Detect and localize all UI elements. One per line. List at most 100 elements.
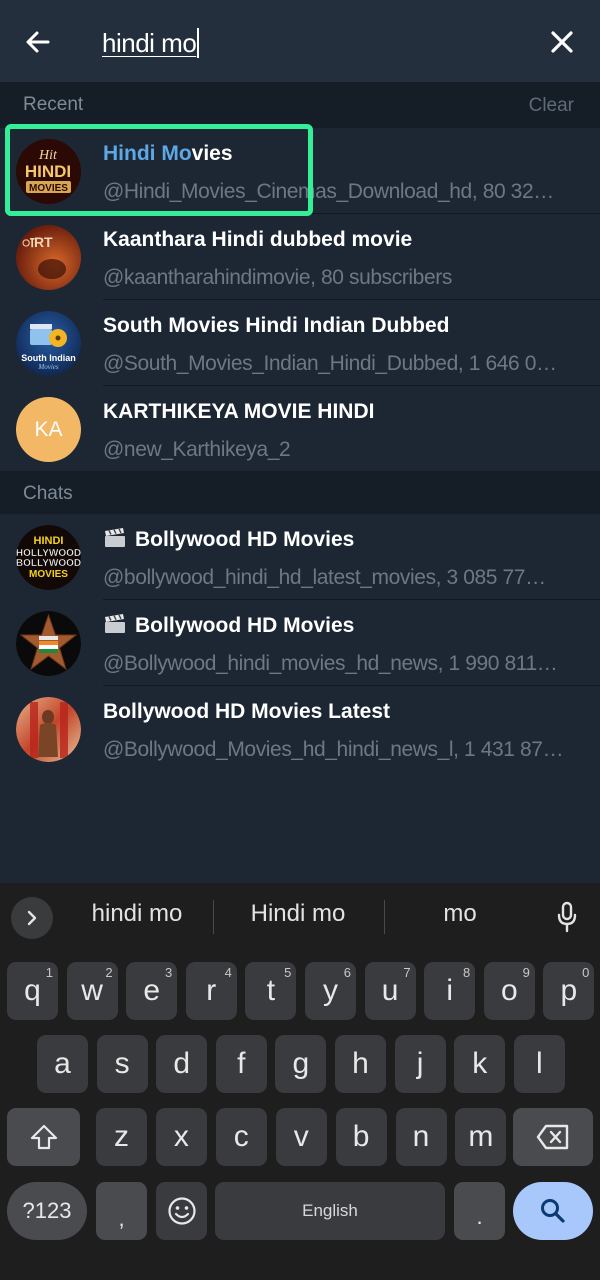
key-label: u (381, 974, 399, 1007)
backspace-key[interactable] (513, 1108, 593, 1166)
key-o[interactable]: o9 (483, 962, 535, 1020)
key-q[interactable]: q1 (7, 962, 58, 1020)
key-c[interactable]: c (215, 1108, 267, 1166)
key-hint: 8 (462, 965, 471, 980)
key-r[interactable]: r4 (185, 962, 237, 1020)
item-title: Bollywood HD Movies (103, 528, 354, 552)
key-y[interactable]: y6 (305, 962, 356, 1020)
microphone-icon (557, 901, 577, 933)
expand-toolbar-button[interactable] (11, 897, 53, 939)
comma-key[interactable]: , (96, 1182, 147, 1240)
space-key[interactable]: English (215, 1182, 445, 1240)
key-d[interactable]: d (156, 1035, 208, 1093)
clear-recent-button[interactable]: Clear (529, 95, 574, 117)
list-item[interactable]: KA KARTHIKEYA MOVIE HINDI @new_Karthikey… (0, 386, 600, 472)
key-h[interactable]: h (335, 1035, 386, 1093)
item-subtitle: @Bollywood_hindi_movies_hd_news, 1 990 8… (103, 652, 558, 675)
key-n[interactable]: n (395, 1108, 447, 1166)
svg-text:BOLLYWOOD: BOLLYWOOD (16, 558, 81, 569)
key-label: w (81, 974, 103, 1007)
list-item[interactable]: Bollywood HD Movies @Bollywood_hindi_mov… (0, 600, 600, 686)
key-hint: 9 (522, 965, 530, 980)
item-subtitle: @bollywood_hindi_hd_latest_movies, 3 085… (103, 566, 546, 589)
list-item[interactable]: Bollywood HD Movies Latest @Bollywood_Mo… (0, 686, 600, 772)
key-w[interactable]: w2 (66, 962, 118, 1020)
key-hint: 0 (582, 965, 590, 980)
period-key[interactable]: . (454, 1182, 505, 1240)
svg-text:Movies: Movies (37, 363, 58, 371)
svg-text:South Indian: South Indian (21, 353, 76, 363)
list-item[interactable]: South Indian Movies South Movies Hindi I… (0, 300, 600, 386)
item-subtitle: @new_Karthikeya_2 (103, 438, 291, 461)
key-u[interactable]: u7 (364, 962, 416, 1020)
list-item[interactable]: HINDI HOLLYWOOD BOLLYWOOD MOVIES Bollywo… (0, 514, 600, 600)
backspace-icon (536, 1124, 569, 1150)
clear-search-button[interactable] (542, 22, 582, 62)
key-m[interactable]: m (455, 1108, 507, 1166)
emoji-key[interactable] (156, 1182, 207, 1240)
arrow-left-icon (26, 31, 50, 53)
item-title: Hindi Movies (103, 142, 233, 166)
key-label: t (266, 974, 276, 1007)
chats-title: Chats (23, 483, 73, 504)
avatar-initials: KA (34, 417, 63, 441)
key-v[interactable]: v (275, 1108, 327, 1166)
key-hint: 2 (105, 965, 113, 980)
item-title: Bollywood HD Movies (103, 614, 354, 638)
hit-hindi-movies-avatar: Hit HINDI MOVIES (16, 139, 81, 204)
item-title: Kaanthara Hindi dubbed movie (103, 228, 413, 251)
key-p[interactable]: p0 (543, 962, 595, 1020)
suggestion-3[interactable]: mo (390, 900, 530, 928)
key-hint: 3 (164, 965, 173, 980)
list-item[interactable]: Hit HINDI MOVIES Hindi Movies @Hindi_Mov… (0, 128, 600, 214)
key-g[interactable]: g (275, 1035, 327, 1093)
search-input[interactable]: hindi mo (102, 24, 200, 62)
key-z[interactable]: z (96, 1108, 147, 1166)
item-title-text: Bollywood HD Movies (135, 614, 355, 637)
title-rest: vies (191, 142, 233, 165)
key-e[interactable]: e3 (126, 962, 178, 1020)
key-b[interactable]: b (335, 1108, 387, 1166)
item-title: South Movies Hindi Indian Dubbed (103, 314, 450, 337)
key-s[interactable]: s (96, 1035, 148, 1093)
shift-key[interactable] (7, 1108, 80, 1166)
svg-text:MOVIES: MOVIES (29, 183, 68, 194)
star-india-flag-avatar (16, 611, 81, 676)
item-subtitle: @South_Movies_Indian_Hindi_Dubbed, 1 646… (103, 352, 557, 375)
key-x[interactable]: x (155, 1108, 207, 1166)
svg-text:HINDI: HINDI (34, 535, 64, 547)
close-icon (551, 31, 573, 53)
key-k[interactable]: k (454, 1035, 506, 1093)
clapperboard-icon (105, 614, 125, 633)
key-label: o (500, 974, 518, 1007)
svg-text:Hit: Hit (38, 148, 58, 163)
search-action-key[interactable] (513, 1182, 593, 1240)
suggestion-bar: hindi mo Hindi mo mo (0, 883, 600, 947)
recent-title: Recent (23, 94, 84, 115)
shift-icon (30, 1124, 57, 1150)
key-hint: 6 (343, 965, 351, 980)
key-a[interactable]: a (37, 1035, 88, 1093)
key-j[interactable]: j (394, 1035, 446, 1093)
back-button[interactable] (18, 22, 58, 62)
svg-text:ाRT: ाRT (22, 234, 53, 250)
key-hint: 4 (224, 965, 232, 980)
key-f[interactable]: f (215, 1035, 267, 1093)
list-item[interactable]: ाRT Kaanthara Hindi dubbed movie @kaanth… (0, 214, 600, 300)
search-header: hindi mo (0, 0, 600, 82)
search-query: hindi mo (102, 28, 197, 58)
recent-section-header: Recent Clear (0, 82, 600, 128)
symbols-key[interactable]: ?123 (7, 1182, 87, 1240)
key-t[interactable]: t5 (245, 962, 297, 1020)
key-label: y (323, 974, 338, 1007)
item-title: KARTHIKEYA MOVIE HINDI (103, 400, 375, 423)
voice-input-button[interactable] (552, 899, 582, 935)
suggestion-2[interactable]: Hindi mo (220, 900, 376, 928)
key-label: p (560, 974, 578, 1007)
suggestion-1[interactable]: hindi mo (66, 900, 208, 928)
search-icon (541, 1199, 565, 1223)
key-i[interactable]: i8 (424, 962, 476, 1020)
svg-text:HINDI: HINDI (25, 162, 71, 181)
key-l[interactable]: l (513, 1035, 565, 1093)
movie-hero-poster-avatar (16, 697, 81, 762)
